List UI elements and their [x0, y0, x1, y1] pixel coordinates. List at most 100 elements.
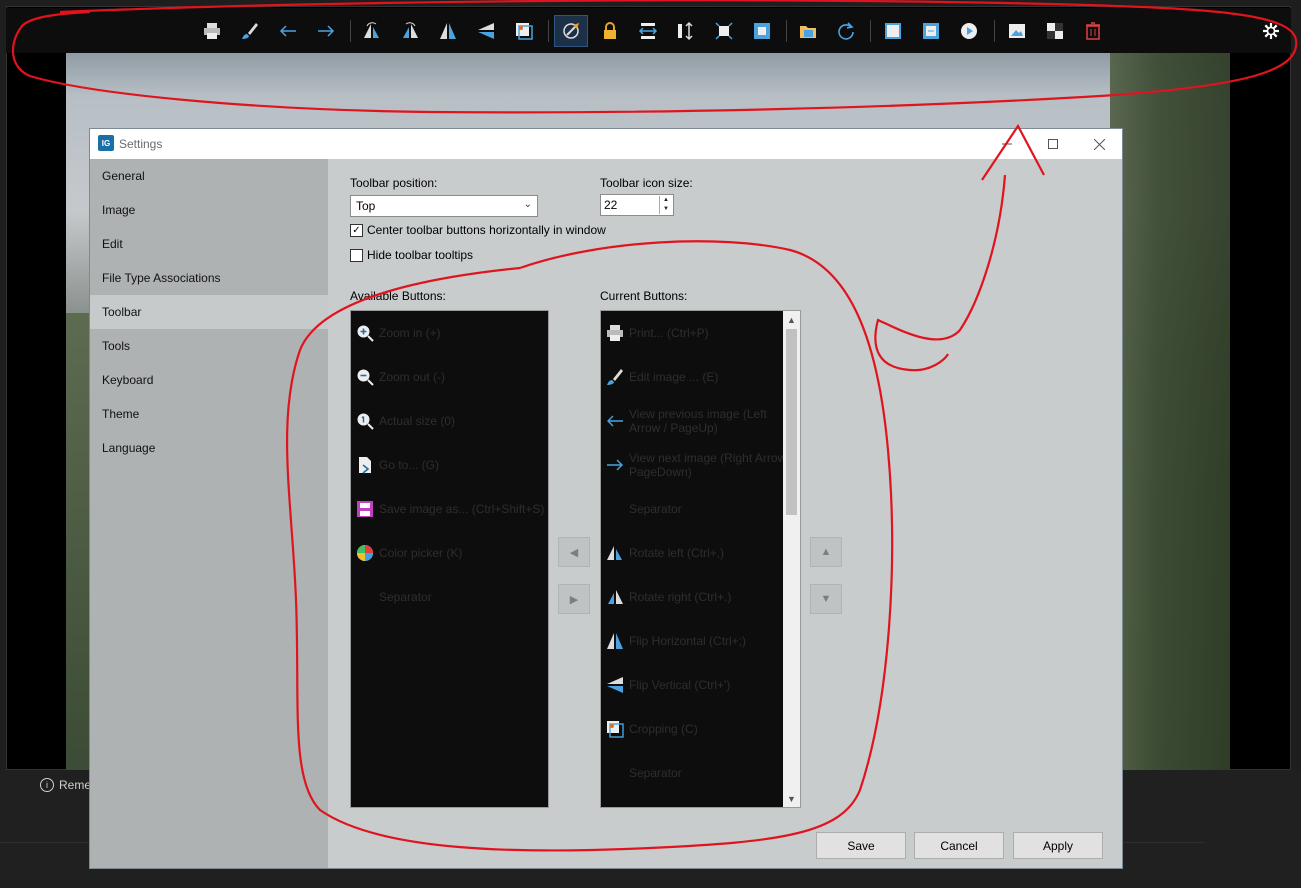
- apply-button[interactable]: Apply: [1013, 832, 1103, 859]
- list-item[interactable]: Save image as... (Ctrl+Shift+S): [351, 487, 548, 531]
- settings-gear-icon[interactable]: [1258, 18, 1284, 44]
- cancel-button[interactable]: Cancel: [914, 832, 1004, 859]
- list-item[interactable]: Color picker (K): [351, 531, 548, 575]
- hide-tooltips-checkbox[interactable]: [350, 248, 363, 262]
- toolbar-separator: [870, 20, 871, 42]
- remove-button[interactable]: ▶: [558, 584, 590, 614]
- list-item[interactable]: View next image (Right Arrow / PageDown): [601, 443, 800, 487]
- arrow-left-icon[interactable]: [275, 18, 301, 44]
- settings-sidebar: General Image Edit File Type Association…: [90, 159, 328, 868]
- stepper-arrows[interactable]: ▲ ▼: [659, 196, 672, 214]
- flip-vertical-icon[interactable]: [473, 18, 499, 44]
- list-item[interactable]: Rotate left (Ctrl+,): [601, 531, 800, 575]
- slideshow-icon[interactable]: [956, 18, 982, 44]
- sidebar-item-toolbar[interactable]: Toolbar: [90, 295, 328, 329]
- list-item[interactable]: Zoom out (-): [351, 355, 548, 399]
- sidebar-item-file-type-associations[interactable]: File Type Associations: [90, 261, 328, 295]
- list-item[interactable]: Separator: [601, 751, 800, 795]
- move-down-button[interactable]: ▼: [810, 584, 842, 614]
- close-button[interactable]: [1076, 129, 1122, 159]
- list-item[interactable]: Rotate right (Ctrl+.): [601, 575, 800, 619]
- list-item[interactable]: Actual size (0): [351, 399, 548, 443]
- minimize-icon: [1002, 143, 1012, 145]
- move-up-button[interactable]: ▲: [810, 537, 842, 567]
- list-item[interactable]: Edit image ... (E): [601, 355, 800, 399]
- toolbar-icon-size-label: Toolbar icon size:: [600, 176, 693, 190]
- list-item[interactable]: Separator: [601, 487, 800, 531]
- center-buttons-checkbox[interactable]: ✓: [350, 223, 363, 237]
- toolbar-position-label: Toolbar position:: [350, 176, 438, 190]
- sidebar-item-general[interactable]: General: [90, 159, 328, 193]
- delete-icon[interactable]: [1080, 18, 1106, 44]
- hide-tooltips-option[interactable]: Hide toolbar tooltips: [350, 248, 473, 262]
- fit-width-icon[interactable]: [635, 18, 661, 44]
- fullscreen-icon[interactable]: [918, 18, 944, 44]
- printer-icon[interactable]: [199, 18, 225, 44]
- list-item-label: Zoom in (+): [379, 326, 441, 340]
- hide-tooltips-label: Hide toolbar tooltips: [367, 248, 474, 262]
- center-buttons-option[interactable]: ✓ Center toolbar buttons horizontally in…: [350, 223, 606, 237]
- status-text: Reme: [59, 778, 92, 792]
- fit-height-icon[interactable]: [673, 18, 699, 44]
- auto-zoom-icon[interactable]: [749, 18, 775, 44]
- list-item[interactable]: Flip Horizontal (Ctrl+;): [601, 619, 800, 663]
- sidebar-item-image[interactable]: Image: [90, 193, 328, 227]
- list-item[interactable]: Zoom in (+): [351, 311, 548, 355]
- sidebar-item-edit[interactable]: Edit: [90, 227, 328, 261]
- list-item-label: Cropping (C): [629, 722, 698, 736]
- list-item[interactable]: Separator: [351, 575, 548, 619]
- sidebar-item-keyboard[interactable]: Keyboard: [90, 363, 328, 397]
- list-item[interactable]: Flip Vertical (Ctrl+'): [601, 663, 800, 707]
- wallpaper-icon[interactable]: [1004, 18, 1030, 44]
- list-item[interactable]: View previous image (Left Arrow / PageUp…: [601, 399, 800, 443]
- rotate-right-icon[interactable]: [397, 18, 423, 44]
- rotate-left-icon[interactable]: [359, 18, 385, 44]
- refresh-icon[interactable]: [833, 18, 859, 44]
- list-item-label: Zoom out (-): [379, 370, 446, 384]
- scrollbar-thumb[interactable]: [786, 329, 797, 515]
- list-item-label: Save image as... (Ctrl+Shift+S): [379, 502, 545, 516]
- list-item[interactable]: Go to... (G): [351, 443, 548, 487]
- list-item[interactable]: Print... (Ctrl+P): [601, 311, 800, 355]
- add-button[interactable]: ◀: [558, 537, 590, 567]
- list-item-label: Edit image ... (E): [629, 370, 719, 384]
- save-button[interactable]: Save: [816, 832, 906, 859]
- crop-icon[interactable]: [511, 18, 537, 44]
- sidebar-item-tools[interactable]: Tools: [90, 329, 328, 363]
- window-frame-icon[interactable]: [880, 18, 906, 44]
- checkerboard-icon[interactable]: [1042, 18, 1068, 44]
- list-item[interactable]: Cropping (C): [601, 707, 800, 751]
- brush-icon[interactable]: [237, 18, 263, 44]
- rotate-right-icon: [605, 587, 625, 607]
- save-as-icon: [355, 499, 375, 519]
- current-list-scrollbar[interactable]: ▲ ▼: [783, 311, 800, 807]
- scroll-down-icon[interactable]: ▼: [783, 790, 800, 807]
- list-item-label: Rotate left (Ctrl+,): [629, 546, 725, 560]
- flip-horizontal-icon[interactable]: [435, 18, 461, 44]
- toolbar-position-select[interactable]: Top ⌄: [350, 195, 538, 217]
- arrow-left-icon: [605, 411, 625, 431]
- color-picker-icon: [355, 543, 375, 563]
- pan-icon[interactable]: [554, 15, 588, 47]
- lock-icon[interactable]: [597, 18, 623, 44]
- maximize-button[interactable]: [1030, 129, 1076, 159]
- scroll-up-icon[interactable]: ▲: [783, 311, 800, 328]
- sidebar-item-theme[interactable]: Theme: [90, 397, 328, 431]
- toolbar-icon-size-value: 22: [604, 198, 618, 212]
- list-item-label: Rotate right (Ctrl+.): [629, 590, 732, 604]
- flip-horizontal-icon: [605, 631, 625, 651]
- current-buttons-list[interactable]: Print... (Ctrl+P) Edit image ... (E) Vie…: [600, 310, 801, 808]
- list-item-label: Actual size (0): [379, 414, 456, 428]
- open-folder-icon[interactable]: [795, 18, 821, 44]
- sidebar-item-language[interactable]: Language: [90, 431, 328, 465]
- app-logo-icon: IG: [98, 135, 114, 151]
- available-buttons-list[interactable]: Zoom in (+) Zoom out (-) Actual size (0)…: [350, 310, 549, 808]
- printer-icon: [605, 323, 625, 343]
- crop-icon: [605, 719, 625, 739]
- minimize-button[interactable]: [984, 129, 1030, 159]
- arrow-right-icon[interactable]: [313, 18, 339, 44]
- toolbar-separator: [350, 20, 351, 42]
- fit-window-icon[interactable]: [711, 18, 737, 44]
- available-buttons-label: Available Buttons:: [350, 289, 446, 303]
- toolbar-icon-size-stepper[interactable]: 22 ▲ ▼: [600, 194, 674, 216]
